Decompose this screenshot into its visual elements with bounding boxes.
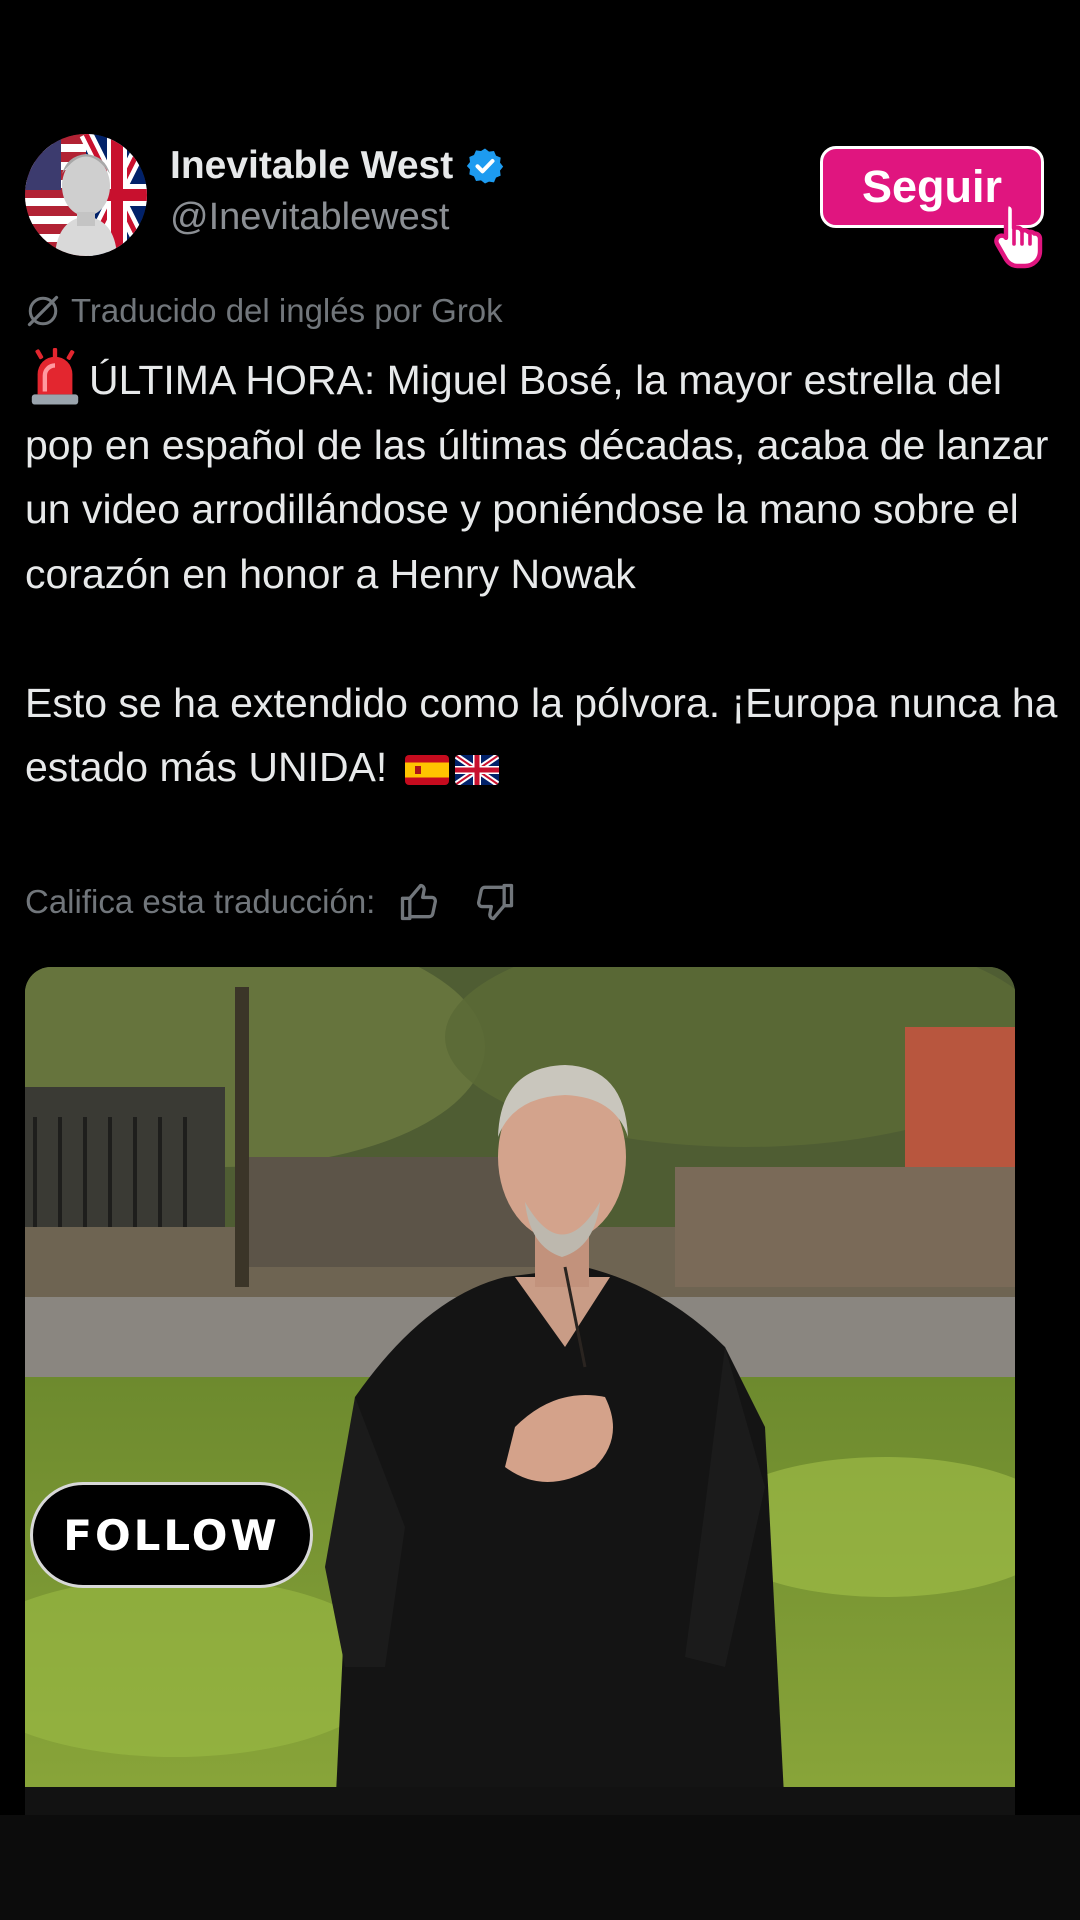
- post-header: Inevitable West @Inevitablewest Seguir: [0, 130, 1080, 269]
- police-siren-emoji-icon: [31, 348, 79, 405]
- uk-flag-emoji-icon: [454, 755, 499, 785]
- rate-translation-row: Califica esta traducción:: [25, 880, 517, 924]
- post-paragraph-1-text: ÚLTIMA HORA: Miguel Bosé, la mayor estre…: [25, 357, 1049, 597]
- author-avatar[interactable]: [25, 134, 147, 256]
- translation-note-text: Traducido del inglés por Grok: [71, 292, 503, 329]
- hand-cursor-icon: [994, 201, 1043, 269]
- post-text: ÚLTIMA HORA: Miguel Bosé, la mayor estre…: [25, 348, 1060, 800]
- post-paragraph-2-text: Esto se ha extendido como la pólvora. ¡E…: [25, 679, 1058, 791]
- statue-avatar-icon: [25, 134, 147, 256]
- thumbs-up-icon[interactable]: [397, 880, 441, 924]
- verified-badge-icon: [467, 148, 504, 184]
- bottom-bar: [0, 1815, 1080, 1920]
- follow-sticker: FOLLOW: [30, 1482, 313, 1588]
- rate-translation-label: Califica esta traducción:: [25, 883, 376, 920]
- translation-note: Traducido del inglés por Grok: [25, 292, 503, 330]
- post-video[interactable]: FOLLOW: [25, 967, 1015, 1815]
- video-frame-image: [25, 967, 1015, 1815]
- post-paragraph-1: ÚLTIMA HORA: Miguel Bosé, la mayor estre…: [25, 348, 1060, 606]
- grok-icon: [27, 295, 59, 327]
- author-handle[interactable]: @Inevitablewest: [170, 196, 449, 239]
- author-name-row: Inevitable West: [170, 144, 505, 188]
- spain-flag-emoji-icon: [404, 755, 449, 785]
- author-name[interactable]: Inevitable West: [170, 144, 453, 188]
- post-paragraph-2: Esto se ha extendido como la pólvora. ¡E…: [25, 671, 1060, 800]
- thumbs-down-icon[interactable]: [473, 880, 517, 924]
